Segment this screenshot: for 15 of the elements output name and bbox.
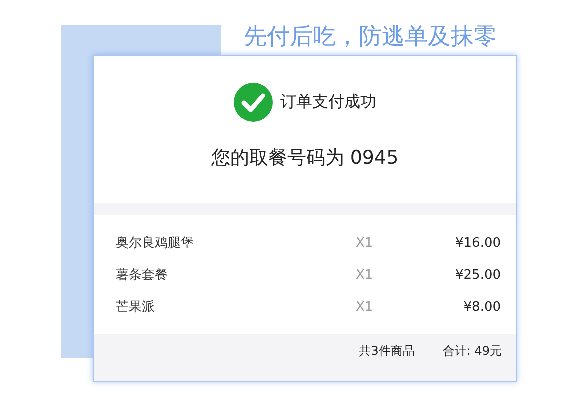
item-quantity: X1 (356, 266, 374, 285)
item-name: 奥尔良鸡腿堡 (116, 234, 195, 253)
status-text: 订单支付成功 (280, 91, 376, 113)
checkmark-icon (234, 82, 272, 122)
item-name: 芒果派 (116, 298, 156, 317)
item-price: ¥8.00 (462, 298, 501, 317)
item-price: ¥16.00 (454, 234, 501, 253)
total-amount: 合计: 49元 (442, 343, 502, 360)
headline: 先付后吃，防逃单及抹零 (244, 23, 497, 52)
item-price: ¥25.00 (454, 266, 501, 285)
item-quantity: X1 (356, 234, 374, 253)
item-quantity: X1 (356, 298, 374, 317)
item-name: 薯条套餐 (116, 266, 169, 285)
pickup-number: 您的取餐号码为 0945 (210, 146, 400, 171)
item-count: 共3件商品 (359, 343, 415, 360)
